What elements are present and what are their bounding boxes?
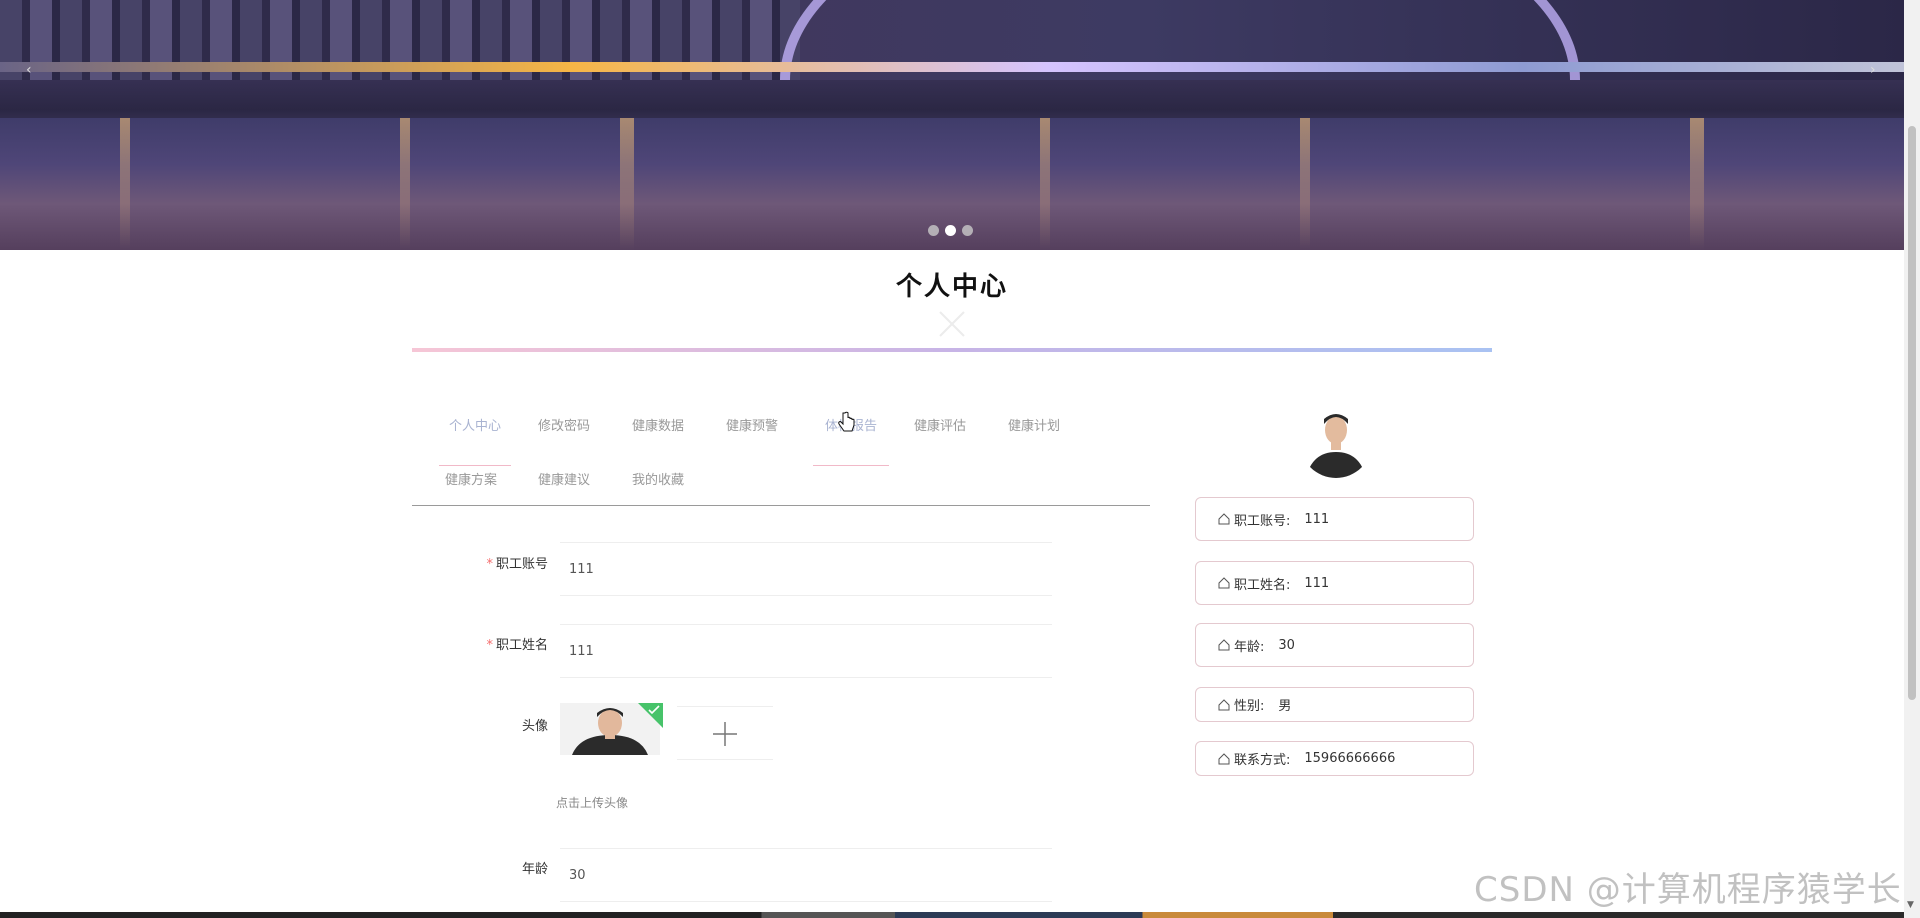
carousel-dot[interactable] — [962, 225, 973, 236]
home-icon — [1218, 577, 1230, 589]
home-icon — [1218, 513, 1230, 525]
name-label: * 职工姓名 — [486, 638, 548, 653]
tab-health-plan[interactable]: 健康计划 — [1004, 414, 1064, 466]
upload-avatar-button[interactable] — [677, 706, 773, 760]
banner-reflection — [1040, 118, 1050, 250]
scroll-down-arrow-icon[interactable]: ▼ — [1907, 900, 1914, 910]
profile-account: 职工账号: 111 — [1195, 497, 1474, 541]
tab-health-data[interactable]: 健康数据 — [628, 414, 688, 466]
avatar-image — [560, 703, 660, 755]
name-field[interactable]: 111 — [560, 624, 1052, 678]
carousel-prev-arrow[interactable]: ‹ — [26, 62, 32, 78]
profile-contact: 联系方式: 15966666666 — [1195, 741, 1474, 776]
tab-health-advice[interactable]: 健康建议 — [534, 468, 594, 520]
close-decoration-icon — [939, 311, 965, 337]
banner-bridge-deck — [0, 62, 1904, 72]
banner-reflection — [620, 118, 634, 250]
age-field[interactable]: 30 — [560, 848, 1052, 902]
banner-reflection — [120, 118, 130, 250]
taskbar-strip — [0, 912, 1904, 918]
home-icon — [1218, 698, 1230, 710]
tab-bar: 个人中心 修改密码 健康数据 健康预警 体检报告 健康评估 健康计划 健康方案 … — [412, 400, 1150, 506]
profile-age: 年龄: 30 — [1195, 623, 1474, 667]
tab-personal-center[interactable]: 个人中心 — [439, 414, 511, 466]
banner-reflection — [400, 118, 410, 250]
age-label: 年龄 — [521, 862, 548, 877]
check-icon — [648, 705, 660, 715]
account-label: * 职工账号 — [486, 557, 548, 572]
upload-hint: 点击上传头像 — [556, 796, 629, 810]
home-icon — [1218, 639, 1230, 651]
avatar-label: 头像 — [521, 719, 548, 734]
scrollbar-thumb[interactable] — [1908, 126, 1916, 700]
profile-avatar — [1300, 406, 1372, 478]
tab-health-assessment[interactable]: 健康评估 — [910, 414, 970, 466]
profile-name: 职工姓名: 111 — [1195, 561, 1474, 605]
profile-avatar-image — [1300, 406, 1372, 478]
page: ‹ › 个人中心 个人中心 修改密码 健康数据 健康预警 体检报告 健康评估 健… — [0, 0, 1920, 918]
required-mark: * — [486, 557, 493, 572]
tab-health-warning[interactable]: 健康预警 — [722, 414, 782, 466]
account-field[interactable]: 111 — [560, 542, 1052, 596]
tab-health-program[interactable]: 健康方案 — [441, 468, 501, 520]
home-icon — [1218, 752, 1230, 764]
tab-change-password[interactable]: 修改密码 — [534, 414, 594, 466]
title-divider — [412, 348, 1492, 352]
tab-my-favorites[interactable]: 我的收藏 — [628, 468, 688, 520]
profile-gender: 性别: 男 — [1195, 687, 1474, 722]
carousel-dot-active[interactable] — [945, 225, 956, 236]
required-mark: * — [486, 638, 493, 653]
page-title: 个人中心 — [895, 272, 1008, 302]
watermark: CSDN @计算机程序猿学长 — [1474, 870, 1902, 910]
banner-reflection — [1300, 118, 1310, 250]
carousel-indicators — [928, 225, 973, 236]
banner-carousel[interactable]: ‹ › — [0, 0, 1904, 250]
carousel-dot[interactable] — [928, 225, 939, 236]
carousel-next-arrow[interactable]: › — [1870, 62, 1876, 78]
plus-icon — [713, 722, 737, 746]
hand-cursor-icon — [838, 411, 855, 432]
avatar-preview[interactable] — [560, 703, 660, 755]
banner-reflection — [1690, 118, 1704, 250]
